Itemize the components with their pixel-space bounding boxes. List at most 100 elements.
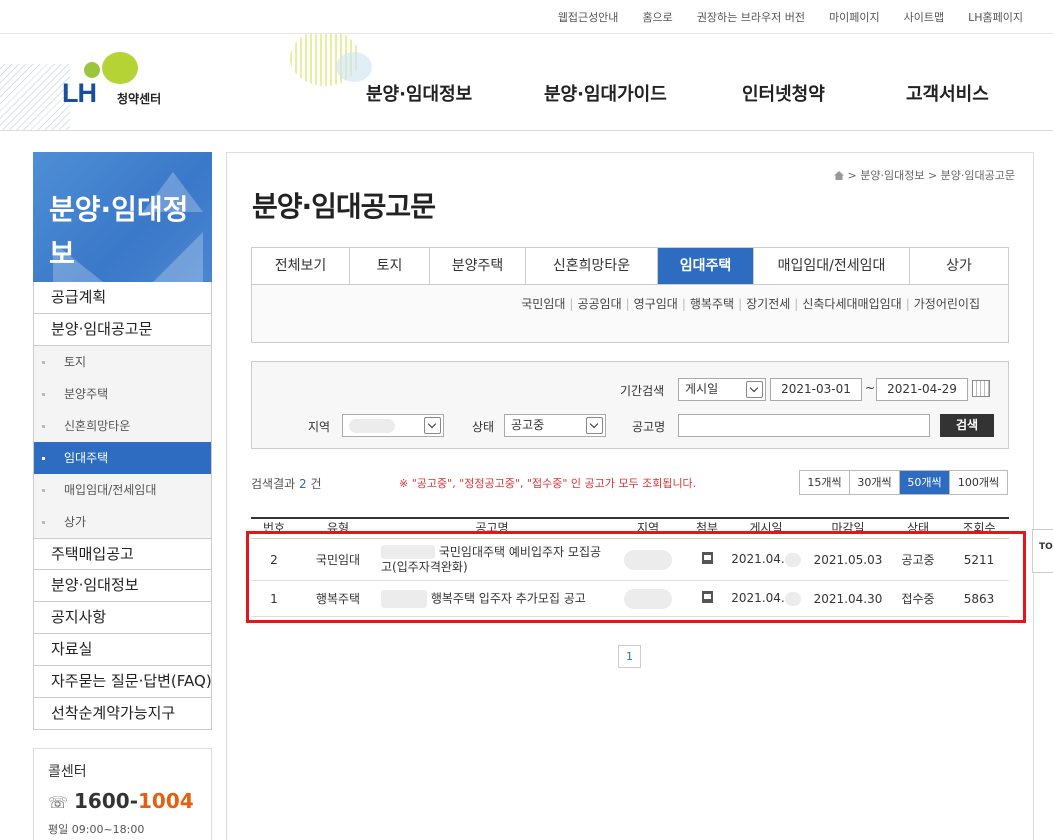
date-range-separator: ~: [865, 381, 876, 395]
sidebar-item-notices[interactable]: 분양·임대공고문: [33, 314, 212, 346]
util-link-lh-home[interactable]: LH홈페이지: [968, 9, 1023, 25]
sidebar-title-box: 분양·임대정보: [33, 152, 212, 282]
period-label: 기간검색: [620, 384, 665, 398]
sidebar-item-faq[interactable]: 자주묻는 질문·답변(FAQ): [33, 666, 212, 698]
callcenter-number-b: 1004: [138, 789, 194, 813]
page-size-selector: 15개씩 30개씩 50개씩 100개씩: [799, 470, 1008, 495]
sidebar-sub-commercial[interactable]: 상가: [34, 506, 211, 538]
calendar-icon[interactable]: [972, 380, 990, 397]
result-prefix: 검색결과: [251, 477, 296, 491]
breadcrumb: > 분양·임대정보 > 분양·임대공고문: [834, 167, 1015, 183]
tab-all[interactable]: 전체보기: [252, 248, 350, 284]
page-title: 분양·임대공고문: [252, 190, 436, 223]
sidebar-sub-land[interactable]: 토지: [34, 346, 211, 378]
callcenter-number-a: 1600: [74, 789, 130, 813]
callcenter-hours: 평일 09:00~18:00: [48, 823, 145, 836]
header: LH 청약센터 분양·임대정보 분양·임대가이드 인터넷청약 고객서비스: [0, 34, 1053, 131]
subtab-happy-housing[interactable]: 행복주택: [678, 295, 734, 312]
result-count: 검색결과 2 건: [251, 475, 322, 492]
result-number: 2: [299, 477, 307, 491]
page: 웹접근성안내 홈으로 권장하는 브라우저 버전 마이페이지 사이트맵 LH홈페이…: [0, 0, 1053, 840]
util-link-home[interactable]: 홈으로: [642, 9, 672, 25]
main-content: > 분양·임대정보 > 분양·임대공고문 분양·임대공고문 전체보기 토지 분양…: [226, 152, 1034, 840]
region-select[interactable]: [342, 414, 444, 437]
callcenter-number: ☏ 1600-1004: [48, 789, 197, 813]
subtab-daycare[interactable]: 가정어린이집: [902, 295, 980, 312]
subtab-public-rental[interactable]: 공공임대: [565, 295, 621, 312]
sidebar-item-announcements[interactable]: 공지사항: [33, 602, 212, 634]
decorative-circle: [336, 52, 372, 82]
tab-sale-housing[interactable]: 분양주택: [430, 248, 526, 284]
logo-dot-small: [84, 62, 100, 78]
category-tabs: 전체보기 토지 분양주택 신혼희망타운 임대주택 매입임대/전세임대 상가: [251, 247, 1009, 285]
sidebar-sub-rental-housing[interactable]: 임대주택: [34, 442, 211, 474]
breadcrumb-item[interactable]: 분양·임대정보: [860, 169, 924, 182]
gnb-item-apply[interactable]: 인터넷청약: [742, 80, 906, 106]
region-label: 지역: [308, 420, 331, 434]
subtab-new-multiplex[interactable]: 신축다세대매입임대: [790, 295, 901, 312]
page-size-50[interactable]: 50개씩: [899, 471, 949, 494]
search-box: 기간검색 게시일 2021-03-01 ~ 2021-04-29 지역 상태 공…: [251, 361, 1009, 449]
sidebar-sub-purchase-rental[interactable]: 매입임대/전세임대: [34, 474, 211, 506]
util-link-sitemap[interactable]: 사이트맵: [904, 9, 944, 25]
page-size-30[interactable]: 30개씩: [849, 471, 899, 494]
region-value-redacted: [349, 418, 395, 433]
callcenter-number-sep: -: [129, 789, 138, 813]
callcenter-title: 콜센터: [48, 764, 87, 780]
result-suffix: 건: [310, 477, 322, 491]
tab-rental-housing[interactable]: 임대주택: [658, 248, 754, 284]
sidebar-item-library[interactable]: 자료실: [33, 634, 212, 666]
subtab-national-rental[interactable]: 국민임대: [521, 295, 565, 312]
date-to-input[interactable]: 2021-04-29: [876, 378, 968, 401]
period-type-value: 게시일: [685, 382, 719, 396]
sidebar-title: 분양·임대정보: [49, 193, 189, 270]
date-from-input[interactable]: 2021-03-01: [770, 378, 862, 401]
tab-commercial[interactable]: 상가: [910, 248, 1009, 284]
chevron-down-icon: [746, 381, 763, 398]
page-size-100[interactable]: 100개씩: [949, 471, 1007, 494]
logo-subtitle: 청약센터: [117, 92, 162, 106]
sidebar-item-info[interactable]: 분양·임대정보: [33, 570, 212, 602]
page-size-15[interactable]: 15개씩: [800, 471, 849, 494]
notice-name-input[interactable]: [678, 414, 930, 437]
period-type-select[interactable]: 게시일: [678, 378, 766, 401]
utility-bar: 웹접근성안내 홈으로 권장하는 브라우저 버전 마이페이지 사이트맵 LH홈페이…: [0, 0, 1053, 34]
decorative-hatch: [0, 64, 70, 130]
status-label: 상태: [472, 420, 495, 434]
subtab-long-term-jeonse[interactable]: 장기전세: [734, 295, 790, 312]
scroll-top-button[interactable]: TOP: [1032, 529, 1053, 573]
callcenter-box: 콜센터 ☏ 1600-1004 평일 09:00~18:00: [33, 748, 212, 840]
sidebar-submenu: 토지 분양주택 신혼희망타운 임대주택 매입임대/전세임대 상가: [33, 346, 212, 538]
sidebar-item-first-come[interactable]: 선착순계약가능지구: [33, 698, 212, 730]
util-link-mypage[interactable]: 마이페이지: [829, 9, 880, 25]
gnb-item-info[interactable]: 분양·임대정보: [366, 80, 544, 106]
gnb-item-guide[interactable]: 분양·임대가이드: [544, 80, 742, 106]
sidebar-item-supply-plan[interactable]: 공급계획: [33, 282, 212, 314]
chevron-down-icon: [586, 417, 603, 434]
logo-dot-large: [102, 52, 138, 84]
sidebar-sub-sale-housing[interactable]: 분양주택: [34, 378, 211, 410]
gnb-item-service[interactable]: 고객서비스: [906, 80, 989, 106]
status-value: 공고중: [511, 418, 545, 432]
util-link-browser[interactable]: 권장하는 브라우저 버전: [697, 9, 805, 25]
tab-newlywed-town[interactable]: 신혼희망타운: [526, 248, 658, 284]
chevron-down-icon: [424, 417, 441, 434]
sidebar-item-housing-purchase[interactable]: 주택매입공고: [33, 538, 212, 570]
home-icon[interactable]: [834, 171, 844, 180]
tab-land[interactable]: 토지: [350, 248, 430, 284]
breadcrumb-item[interactable]: 분양·임대공고문: [941, 169, 1015, 182]
main-nav: 분양·임대정보 분양·임대가이드 인터넷청약 고객서비스: [366, 80, 989, 106]
logo[interactable]: LH 청약센터: [62, 52, 182, 112]
status-select[interactable]: 공고중: [504, 414, 606, 437]
pagination-page-1[interactable]: 1: [618, 645, 641, 668]
util-link-accessibility[interactable]: 웹접근성안내: [558, 9, 619, 25]
subtab-permanent-rental[interactable]: 영구임대: [622, 295, 678, 312]
tab-purchase-rental[interactable]: 매입임대/전세임대: [754, 248, 910, 284]
sidebar-menu: 공급계획 분양·임대공고문 토지 분양주택 신혼희망타운 임대주택 매입임대/전…: [33, 282, 212, 730]
search-button[interactable]: 검색: [940, 414, 994, 437]
scroll-top-label: TOP: [1039, 542, 1053, 552]
sidebar-sub-newlywed-town[interactable]: 신혼희망타운: [34, 410, 211, 442]
phone-icon: ☏: [48, 793, 69, 812]
rental-subtabs: 국민임대 공공임대 영구임대 행복주택 장기전세 신축다세대매입임대 가정어린이…: [251, 285, 1009, 343]
logo-brand: LH: [62, 78, 97, 108]
